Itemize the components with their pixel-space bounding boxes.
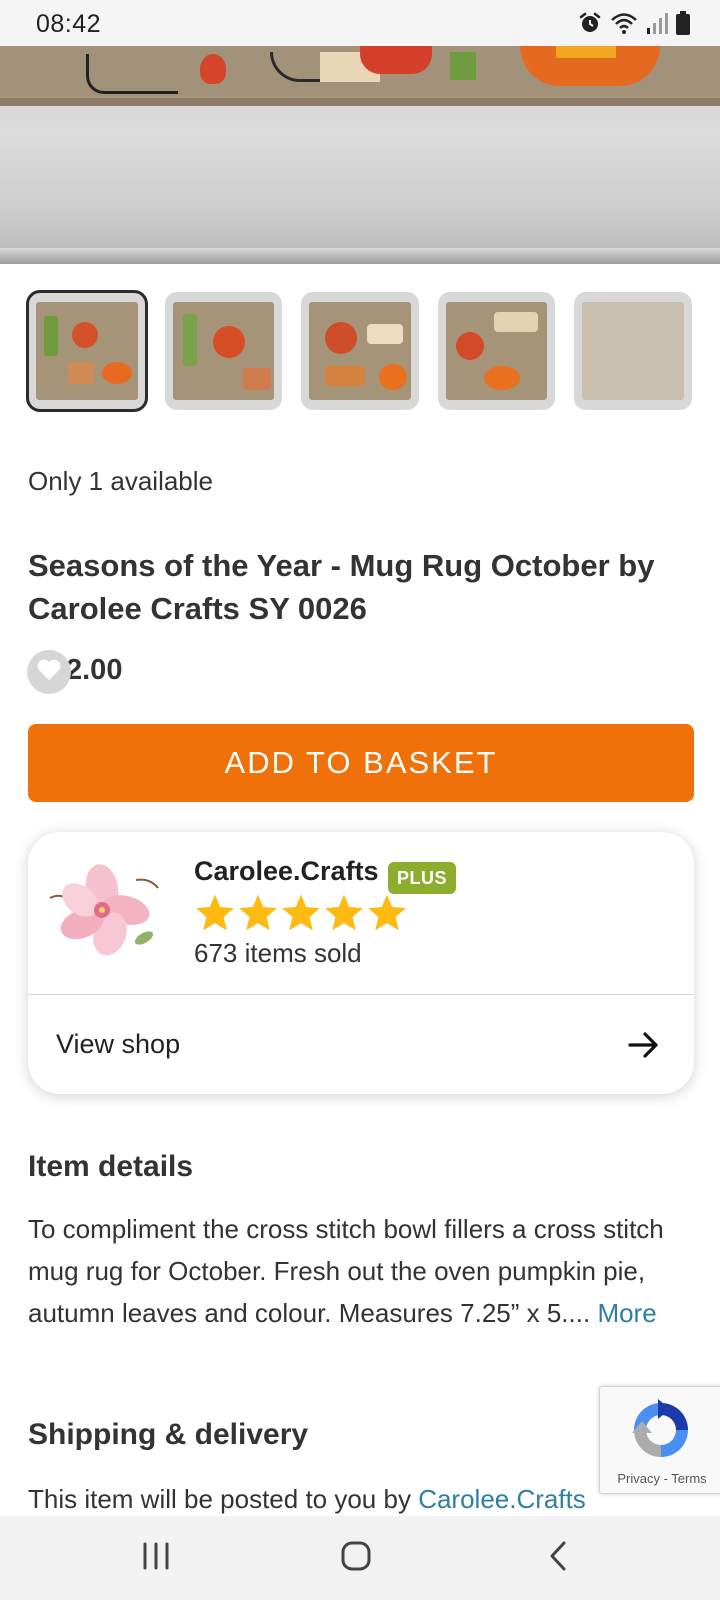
product-title: Seasons of the Year - Mug Rug October by… <box>28 548 655 626</box>
home-button[interactable] <box>326 1534 386 1582</box>
shipping-shop-link[interactable]: Carolee.Crafts <box>418 1484 586 1514</box>
signal-icon <box>646 11 668 40</box>
thumbnail-2[interactable] <box>164 292 283 410</box>
battery-icon <box>676 10 690 40</box>
more-link[interactable]: More <box>597 1298 656 1328</box>
recaptcha-terms-link[interactable]: Terms <box>671 1471 706 1486</box>
view-shop-label: View shop <box>56 1029 181 1059</box>
wifi-icon <box>610 11 638 40</box>
star-icon <box>368 894 406 931</box>
heart-icon <box>36 658 62 687</box>
recaptcha-privacy-link[interactable]: Privacy <box>617 1471 660 1486</box>
shipping-body: This item will be posted to you by <box>28 1484 419 1514</box>
shipping-heading: Shipping & delivery <box>28 1418 309 1451</box>
shop-rating <box>194 892 408 936</box>
alarm-icon <box>578 11 602 40</box>
chevron-left-icon <box>546 1540 570 1577</box>
star-icon <box>325 894 363 931</box>
star-icon <box>239 894 277 931</box>
shipping-text: This item will be posted to you by Carol… <box>28 1482 692 1516</box>
status-bar: 08:42 <box>0 0 720 46</box>
item-details-body: To compliment the cross stitch bowl fill… <box>28 1214 664 1328</box>
items-sold: 673 items sold <box>194 938 362 968</box>
recaptcha-separator: - <box>659 1471 672 1486</box>
shop-card: Carolee.Crafts PLUS 673 items sold View … <box>28 832 694 1094</box>
recaptcha-links: Privacy - Terms <box>600 1471 720 1486</box>
navigation-bar <box>0 1516 720 1600</box>
hero-mug-rug <box>0 46 720 106</box>
hero-frame-edge <box>0 248 720 264</box>
availability-text: Only 1 available <box>28 466 213 496</box>
add-to-basket-button[interactable]: ADD TO BASKET <box>28 724 694 802</box>
item-details-heading: Item details <box>28 1150 194 1183</box>
product-main-image[interactable] <box>0 46 720 264</box>
recent-apps-icon <box>141 1541 171 1576</box>
status-time: 08:42 <box>36 10 102 38</box>
arrow-right-icon <box>626 1027 662 1063</box>
thumbnail-4[interactable] <box>437 292 556 410</box>
thumbnail-strip <box>26 290 692 412</box>
thumbnail-1[interactable] <box>26 290 148 412</box>
product-price: 2.00 <box>66 654 123 686</box>
home-icon <box>340 1540 372 1577</box>
thumbnail-5[interactable] <box>574 292 692 410</box>
shop-logo[interactable] <box>40 858 166 962</box>
status-icons <box>578 10 690 40</box>
recent-apps-button[interactable] <box>126 1534 186 1582</box>
back-button[interactable] <box>528 1534 588 1582</box>
shop-name[interactable]: Carolee.Crafts <box>194 856 379 887</box>
star-icon <box>282 894 320 931</box>
favorite-button[interactable] <box>27 650 71 694</box>
thumbnail-3[interactable] <box>301 292 419 410</box>
star-icon <box>196 894 234 931</box>
recaptcha-icon <box>628 1397 694 1463</box>
recaptcha-badge[interactable]: Privacy - Terms <box>599 1386 720 1494</box>
item-details-text: To compliment the cross stitch bowl fill… <box>28 1208 692 1334</box>
plus-badge: PLUS <box>388 862 457 894</box>
view-shop-button[interactable]: View shop <box>28 995 694 1094</box>
